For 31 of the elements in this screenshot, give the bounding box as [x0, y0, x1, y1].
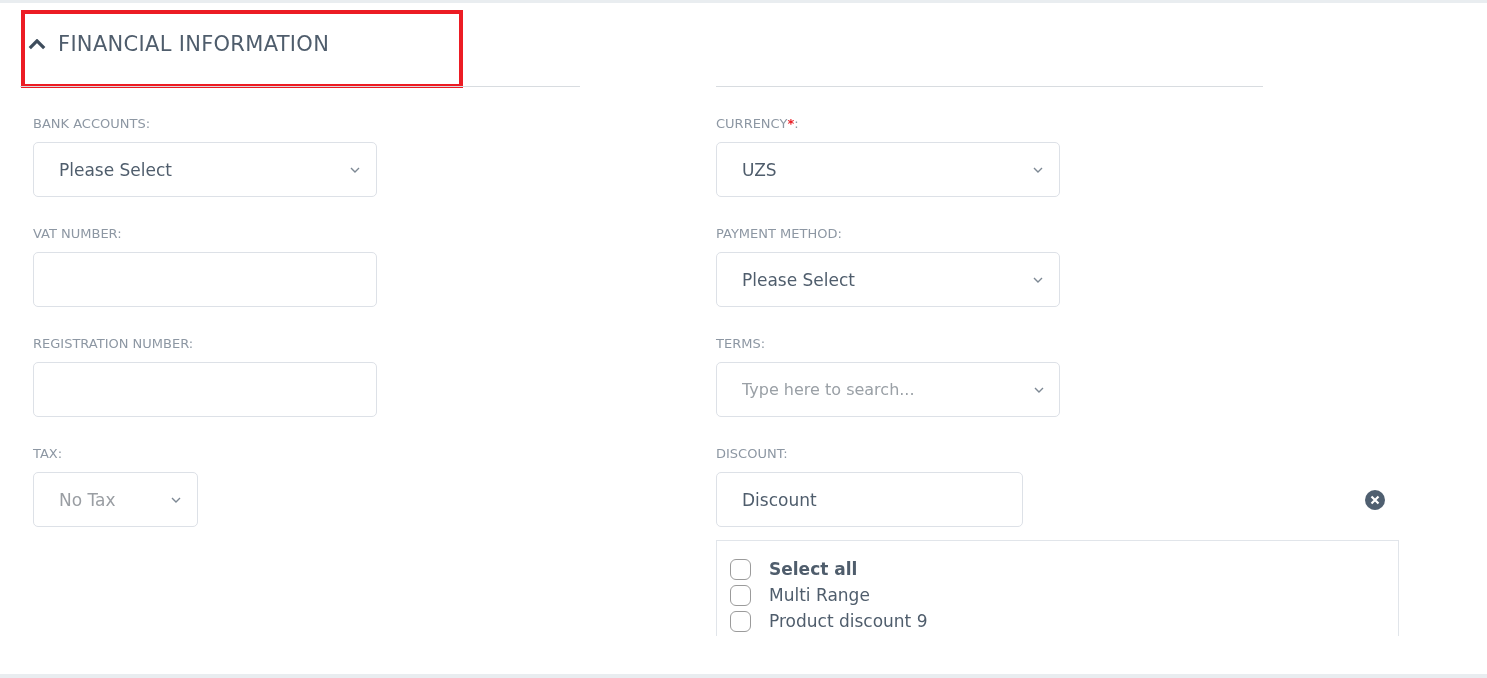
dropdown[interactable]: Please Select — [33, 142, 377, 197]
field-label: DISCOUNT: — [716, 445, 789, 463]
input-field[interactable] — [33, 252, 377, 307]
search-field[interactable]: Type here to search... — [716, 362, 1060, 417]
chevron-down-icon — [171, 496, 181, 503]
field-label: CURRENCY — [716, 116, 788, 131]
chevron-down-icon — [1034, 387, 1044, 393]
section-title: FINANCIAL INFORMATION — [58, 31, 330, 56]
field-label: PAYMENT METHOD: — [716, 225, 843, 243]
field-label: TERMS: — [716, 335, 767, 353]
input-field[interactable] — [33, 362, 377, 417]
chevron-down-icon — [1033, 276, 1043, 283]
chevron-up-icon — [28, 39, 46, 50]
field-label: VAT NUMBER: — [33, 225, 123, 243]
field-label: BANK ACCOUNTS: — [33, 115, 152, 133]
dropdown[interactable]: Please Select — [716, 252, 1060, 307]
clear-icon[interactable] — [1365, 489, 1385, 510]
label-colon: : — [794, 116, 799, 131]
option-label[interactable]: Multi Range — [769, 585, 870, 605]
checkbox[interactable] — [730, 558, 751, 580]
field-label: REGISTRATION NUMBER: — [33, 335, 195, 353]
collapse-toggle[interactable] — [28, 39, 46, 50]
dropdown[interactable]: UZS — [716, 142, 1060, 197]
option-label[interactable]: Select all — [769, 559, 858, 579]
chevron-down-icon — [1033, 166, 1043, 173]
chevron-down-icon — [350, 166, 360, 173]
dropdown[interactable]: Discount — [716, 472, 1023, 527]
checkbox[interactable] — [730, 584, 751, 606]
field-label: TAX: — [33, 445, 64, 463]
checkbox[interactable] — [730, 610, 751, 632]
option-label[interactable]: Product discount 9 — [769, 611, 928, 631]
